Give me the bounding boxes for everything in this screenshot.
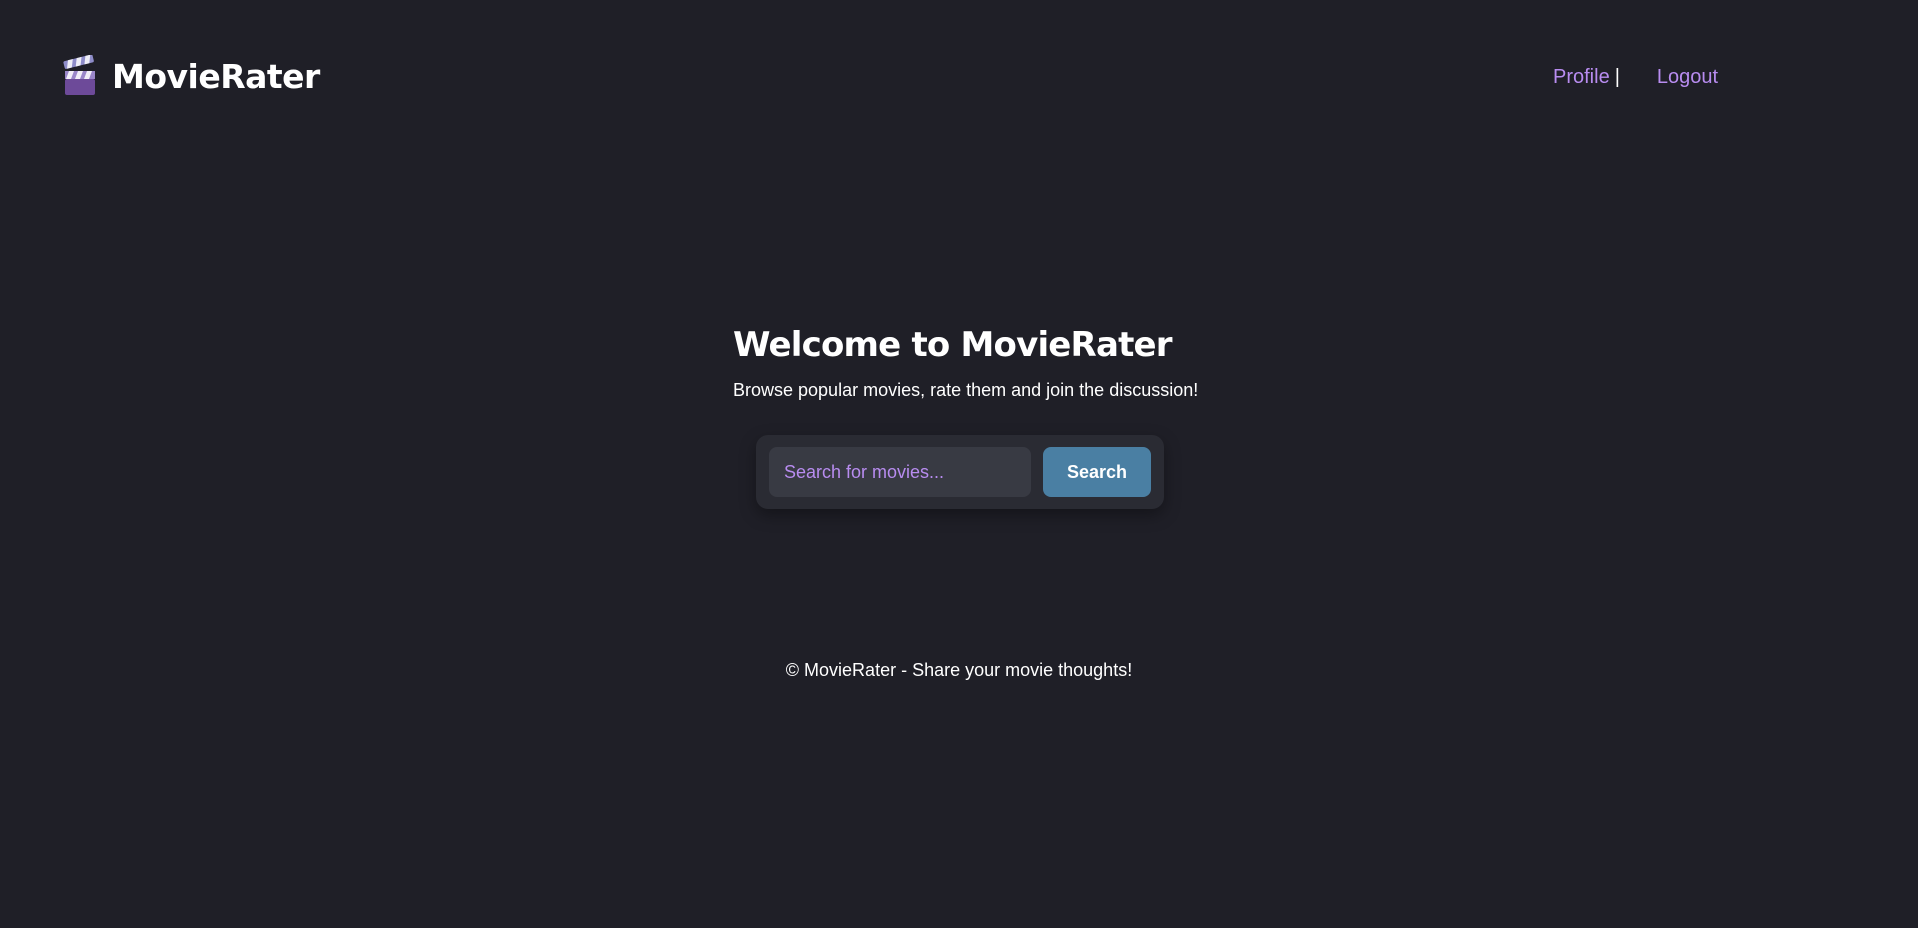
search-input[interactable] xyxy=(769,447,1031,497)
logo-text: MovieRater xyxy=(112,56,320,96)
site-header: MovieRater Profile | Logout xyxy=(0,0,1918,160)
logo[interactable]: MovieRater xyxy=(62,54,320,98)
search-button[interactable]: Search xyxy=(1043,447,1151,497)
top-nav: Profile | Logout xyxy=(1553,66,1718,89)
clapperboard-icon xyxy=(62,54,98,97)
logout-link[interactable]: Logout xyxy=(1657,66,1718,89)
search-form: Search xyxy=(756,435,1164,509)
page-title: Welcome to MovieRater xyxy=(733,325,1173,365)
footer-text: © MovieRater - Share your movie thoughts… xyxy=(785,660,1133,680)
hero-section: Welcome to MovieRater Browse popular mov… xyxy=(733,322,1199,401)
nav-separator: | xyxy=(1614,66,1620,88)
page-subtitle: Browse popular movies, rate them and joi… xyxy=(733,380,1199,400)
profile-link[interactable]: Profile xyxy=(1553,66,1610,89)
